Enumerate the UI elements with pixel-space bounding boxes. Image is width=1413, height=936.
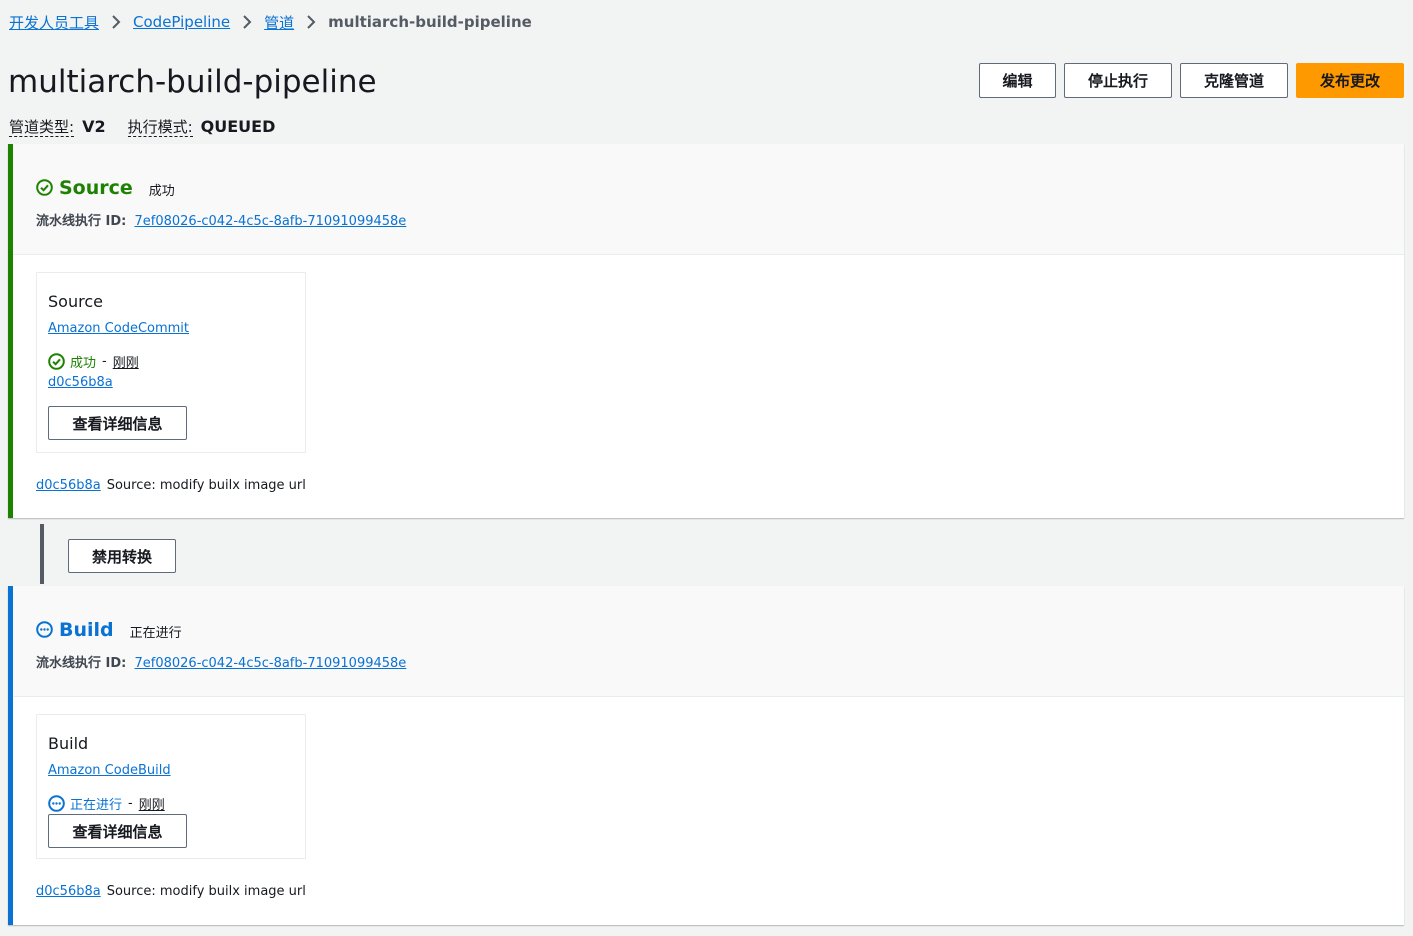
action-name: Source: [48, 292, 103, 311]
stage-header: Source 成功 流水线执行 ID: 7ef08026-c042-4c5c-8…: [13, 144, 1404, 255]
action-card-build: Build Amazon CodeBuild 正在进行 - 刚刚 查看详细信息: [36, 714, 306, 859]
footer-commit-link[interactable]: d0c56b8a: [36, 478, 101, 493]
pipeline-type-value: V2: [82, 117, 106, 136]
stage-status: 正在进行: [129, 626, 182, 641]
pipeline-type-label: 管道类型:: [9, 118, 75, 137]
stage-footer: d0c56b8a Source: modify builx image url: [36, 884, 306, 899]
chevron-right-icon: [306, 15, 316, 29]
in-progress-icon: [36, 621, 53, 638]
edit-button[interactable]: 编辑: [979, 63, 1056, 98]
status-separator: -: [128, 796, 133, 811]
release-change-button[interactable]: 发布更改: [1296, 63, 1404, 98]
chevron-right-icon: [242, 15, 252, 29]
disable-transition-button[interactable]: 禁用转换: [68, 539, 176, 573]
action-name: Build: [48, 734, 89, 753]
action-time: 刚刚: [112, 356, 139, 371]
view-details-button[interactable]: 查看详细信息: [48, 814, 187, 848]
breadcrumb: 开发人员工具 CodePipeline 管道 multiarch-build-p…: [9, 12, 532, 32]
stage-title-row: Build 正在进行: [36, 618, 182, 641]
footer-commit-message: Source: modify builx image url: [106, 884, 306, 899]
execution-id-link[interactable]: 7ef08026-c042-4c5c-8afb-71091099458e: [135, 214, 407, 229]
action-status-text: 成功: [70, 356, 97, 371]
execution-id-link[interactable]: 7ef08026-c042-4c5c-8afb-71091099458e: [135, 656, 407, 671]
view-details-button[interactable]: 查看详细信息: [48, 406, 187, 440]
clone-pipeline-button[interactable]: 克隆管道: [1180, 63, 1288, 98]
stage-footer: d0c56b8a Source: modify builx image url: [36, 478, 306, 493]
stage-title: Source: [59, 176, 133, 199]
stage-title-row: Source 成功: [36, 176, 175, 199]
pipeline-meta: 管道类型: V2 执行模式: QUEUED: [9, 116, 275, 137]
in-progress-icon: [48, 795, 65, 812]
execution-mode-label: 执行模式:: [127, 118, 193, 137]
breadcrumb-developer-tools[interactable]: 开发人员工具: [9, 12, 99, 33]
stage-execution-id: 流水线执行 ID: 7ef08026-c042-4c5c-8afb-710910…: [36, 652, 406, 671]
page-title: multiarch-build-pipeline: [8, 64, 377, 100]
execution-mode-value: QUEUED: [200, 117, 276, 136]
execution-mode: 执行模式: QUEUED: [127, 116, 276, 137]
execution-id-label: 流水线执行 ID:: [36, 656, 127, 671]
action-status: 成功 - 刚刚: [48, 352, 139, 371]
stage-header: Build 正在进行 流水线执行 ID: 7ef08026-c042-4c5c-…: [13, 586, 1404, 697]
status-separator: -: [102, 354, 107, 369]
check-circle-icon: [36, 179, 53, 196]
action-status: 正在进行 - 刚刚: [48, 794, 165, 813]
stage-source: Source 成功 流水线执行 ID: 7ef08026-c042-4c5c-8…: [8, 144, 1404, 518]
action-provider-link[interactable]: Amazon CodeCommit: [48, 321, 189, 336]
header-actions: 编辑 停止执行 克隆管道 发布更改: [979, 63, 1404, 98]
chevron-right-icon: [111, 15, 121, 29]
stop-execution-button[interactable]: 停止执行: [1064, 63, 1172, 98]
footer-commit-message: Source: modify builx image url: [106, 478, 306, 493]
breadcrumb-current: multiarch-build-pipeline: [328, 13, 532, 31]
action-status-text: 正在进行: [70, 798, 123, 813]
pipeline-type: 管道类型: V2: [9, 116, 106, 137]
check-circle-icon: [48, 353, 65, 370]
footer-commit-link[interactable]: d0c56b8a: [36, 884, 101, 899]
action-provider-link[interactable]: Amazon CodeBuild: [48, 763, 171, 778]
breadcrumb-codepipeline[interactable]: CodePipeline: [133, 13, 230, 31]
execution-id-label: 流水线执行 ID:: [36, 214, 127, 229]
stage-transition-line: [40, 524, 44, 584]
action-time: 刚刚: [138, 798, 165, 813]
breadcrumb-pipelines[interactable]: 管道: [264, 12, 294, 33]
action-card-source: Source Amazon CodeCommit 成功 - 刚刚 d0c56b8…: [36, 272, 306, 453]
stage-execution-id: 流水线执行 ID: 7ef08026-c042-4c5c-8afb-710910…: [36, 210, 406, 229]
action-commit-link[interactable]: d0c56b8a: [48, 375, 113, 390]
stage-build: Build 正在进行 流水线执行 ID: 7ef08026-c042-4c5c-…: [8, 586, 1404, 925]
stage-title: Build: [59, 618, 114, 641]
stage-status: 成功: [148, 184, 175, 199]
